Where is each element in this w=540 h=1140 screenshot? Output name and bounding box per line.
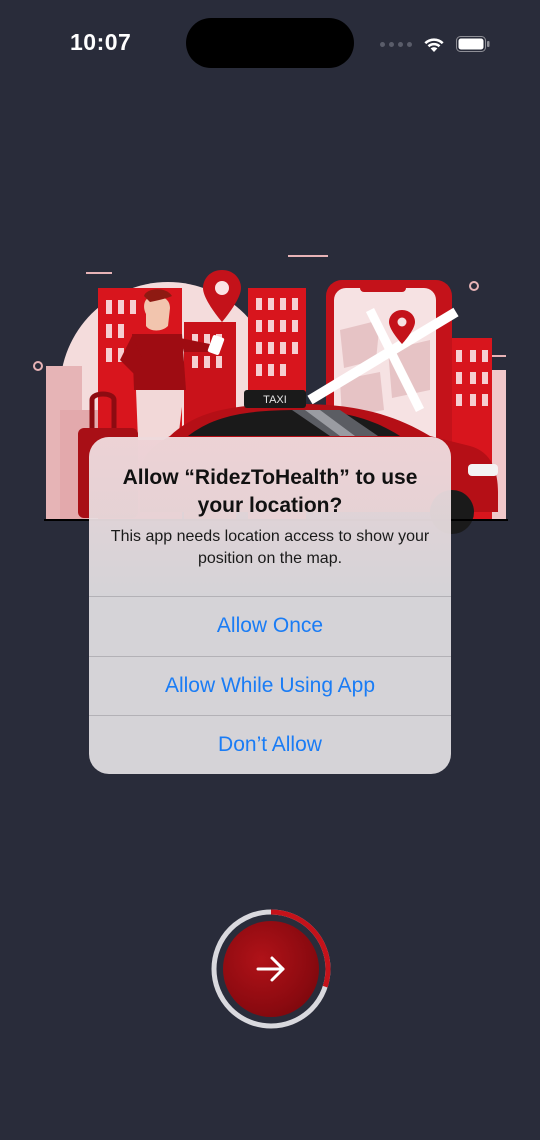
- alert-title: Allow “RidezToHealth” to use your locati…: [122, 466, 418, 517]
- allow-once-button[interactable]: Allow Once: [89, 596, 451, 655]
- location-permission-alert: Allow “RidezToHealth” to use your locati…: [89, 437, 451, 774]
- arrow-right-icon: [256, 956, 285, 982]
- dynamic-island: [186, 18, 354, 68]
- next-button[interactable]: [223, 921, 319, 1017]
- status-time: 10:07: [70, 29, 132, 55]
- svg-text:TAXI: TAXI: [263, 394, 287, 406]
- wifi-icon: [424, 38, 444, 52]
- alert-message: This app needs location access to show y…: [110, 528, 430, 567]
- allow-while-using-app-button[interactable]: Allow While Using App: [89, 656, 451, 715]
- dont-allow-button[interactable]: Don’t Allow: [89, 715, 451, 774]
- signal-icon: [380, 41, 412, 47]
- next-button-wrapper: [210, 908, 332, 1030]
- status-icons: [380, 34, 490, 54]
- status-bar: 10:07: [0, 0, 540, 90]
- battery-icon: [456, 36, 490, 52]
